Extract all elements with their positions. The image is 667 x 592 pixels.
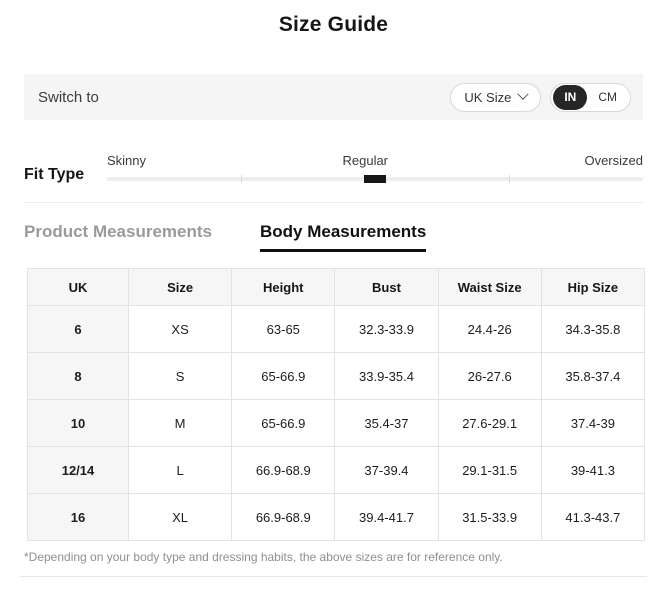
fit-type-track[interactable]: [107, 175, 643, 183]
fit-option-oversized[interactable]: Oversized: [584, 153, 643, 168]
cell-height: 66.9-68.9: [231, 493, 336, 541]
unit-option-cm[interactable]: CM: [587, 85, 628, 110]
cell-hip: 35.8-37.4: [540, 352, 646, 400]
cell-height: 63-65: [231, 305, 336, 353]
table-row: 10 M 65-66.9 35.4-37 27.6-29.1 37.4-39: [27, 399, 646, 447]
table-row: 16 XL 66.9-68.9 39.4-41.7 31.5-33.9 41.3…: [27, 493, 646, 541]
cell-size: XS: [127, 305, 233, 353]
fit-option-regular[interactable]: Regular: [342, 153, 388, 168]
tab-product-measurements[interactable]: Product Measurements: [24, 222, 212, 252]
cell-bust: 35.4-37: [334, 399, 439, 447]
switch-controls: UK Size IN CM: [450, 82, 631, 112]
fit-type-slider-handle[interactable]: [364, 175, 386, 183]
fit-type-options: Skinny Regular Oversized: [107, 153, 643, 168]
cell-waist: 29.1-31.5: [437, 446, 542, 494]
fit-type-section: Fit Type Skinny Regular Oversized: [24, 153, 643, 183]
col-header-size: Size: [127, 268, 233, 306]
cell-uk: 12/14: [27, 446, 129, 494]
table-row: 8 S 65-66.9 33.9-35.4 26-27.6 35.8-37.4: [27, 352, 646, 400]
cell-bust: 33.9-35.4: [334, 352, 439, 400]
cell-waist: 31.5-33.9: [437, 493, 542, 541]
cell-waist: 26-27.6: [437, 352, 542, 400]
fit-type-slider: Skinny Regular Oversized: [107, 153, 643, 183]
col-header-hip: Hip Size: [540, 268, 646, 306]
col-header-waist: Waist Size: [437, 268, 542, 306]
table-row: 6 XS 63-65 32.3-33.9 24.4-26 34.3-35.8: [27, 305, 646, 353]
cell-uk: 16: [27, 493, 129, 541]
cell-size: M: [127, 399, 233, 447]
fit-option-skinny[interactable]: Skinny: [107, 153, 146, 168]
disclaimer-note: *Depending on your body type and dressin…: [24, 550, 503, 564]
fit-type-label: Fit Type: [24, 166, 85, 183]
col-header-uk: UK: [27, 268, 129, 306]
cell-size: S: [127, 352, 233, 400]
table-row: 12/14 L 66.9-68.9 37-39.4 29.1-31.5 39-4…: [27, 446, 646, 494]
cell-hip: 37.4-39: [540, 399, 646, 447]
size-guide-panel: Size Guide Switch to UK Size IN CM Fit T…: [0, 13, 667, 592]
cell-waist: 24.4-26: [437, 305, 542, 353]
switch-to-label: Switch to: [38, 88, 99, 106]
page-title: Size Guide: [278, 13, 389, 36]
cell-hip: 39-41.3: [540, 446, 646, 494]
unit-toggle: IN CM: [550, 82, 631, 112]
cell-uk: 8: [27, 352, 129, 400]
cell-waist: 27.6-29.1: [437, 399, 542, 447]
cell-height: 66.9-68.9: [231, 446, 336, 494]
cell-uk: 10: [27, 399, 129, 447]
size-standard-value: UK Size: [464, 89, 512, 105]
cell-height: 65-66.9: [231, 352, 336, 400]
cell-size: L: [127, 446, 233, 494]
bottom-divider: [20, 576, 647, 577]
size-standard-dropdown[interactable]: UK Size: [450, 82, 542, 112]
tab-body-measurements[interactable]: Body Measurements: [260, 222, 427, 252]
section-divider: [24, 202, 643, 203]
unit-option-in[interactable]: IN: [553, 84, 588, 110]
col-header-bust: Bust: [334, 268, 439, 306]
cell-bust: 37-39.4: [334, 446, 439, 494]
cell-bust: 39.4-41.7: [334, 493, 439, 541]
cell-hip: 34.3-35.8: [540, 305, 646, 353]
size-table: UK Size Height Bust Waist Size Hip Size …: [27, 268, 646, 541]
cell-hip: 41.3-43.7: [540, 493, 646, 541]
col-header-height: Height: [231, 268, 336, 306]
table-header-row: UK Size Height Bust Waist Size Hip Size: [27, 268, 646, 306]
cell-height: 65-66.9: [231, 399, 336, 447]
switch-bar: Switch to UK Size IN CM: [24, 74, 643, 120]
cell-bust: 32.3-33.9: [334, 305, 439, 353]
track-tick: [241, 175, 242, 183]
cell-size: XL: [127, 493, 233, 541]
track-tick: [509, 175, 510, 183]
chevron-down-icon: [517, 88, 529, 100]
cell-uk: 6: [27, 305, 129, 353]
measurement-tabs: Product Measurements Body Measurements: [24, 222, 667, 252]
